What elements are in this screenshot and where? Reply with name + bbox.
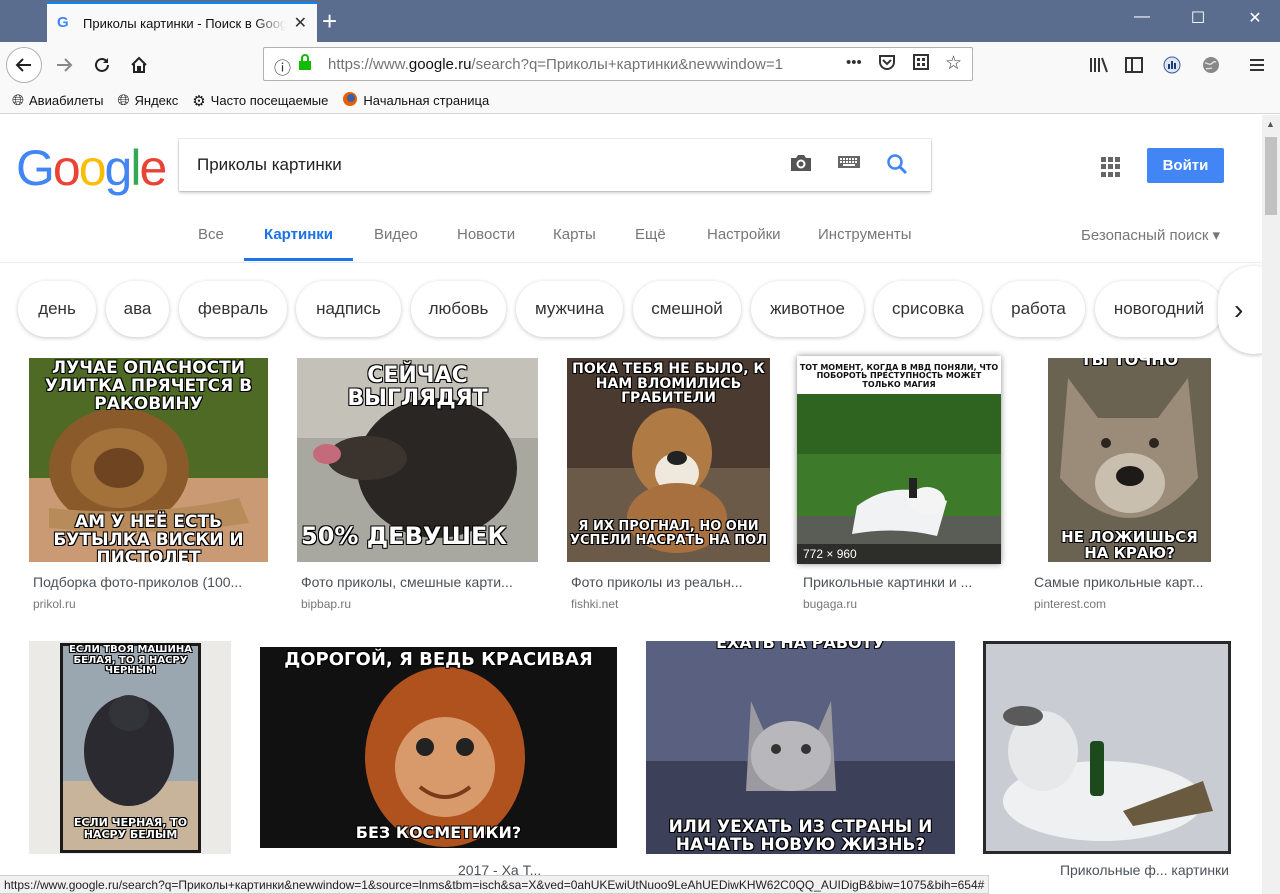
chip[interactable]: срисовка — [874, 281, 982, 337]
google-favicon-icon: G — [57, 14, 69, 31]
tab-images[interactable]: Картинки — [244, 226, 354, 261]
tab-tools[interactable]: Инструменты — [818, 226, 912, 258]
library-icon[interactable] — [1083, 49, 1115, 81]
tab-title: Приколы картинки - Поиск в Google — [83, 15, 286, 31]
tab-settings[interactable]: Настройки — [707, 226, 781, 258]
home-button[interactable] — [123, 49, 155, 81]
result-caption[interactable]: Фото приколы из реальн... — [571, 574, 771, 590]
page-actions-icon[interactable]: ••• — [846, 54, 862, 71]
search-input[interactable] — [197, 155, 777, 175]
pocket-icon[interactable] — [878, 54, 896, 75]
result-image[interactable] — [983, 641, 1231, 854]
tab-video[interactable]: Видео — [374, 226, 418, 258]
new-tab-button[interactable]: + — [322, 6, 337, 37]
qr-code-icon[interactable] — [913, 54, 929, 75]
result-caption[interactable]: Фото приколы, смешные карти... — [301, 574, 536, 590]
chip[interactable]: ава — [106, 281, 169, 337]
back-arrow-icon — [15, 58, 31, 72]
google-logo[interactable]: Google — [16, 139, 167, 197]
chip[interactable]: смешной — [633, 281, 741, 337]
status-bar-url: https://www.google.ru/search?q=Приколы+к… — [0, 875, 990, 894]
chip[interactable]: надпись — [296, 281, 401, 337]
result-caption[interactable]: Подборка фото-приколов (100... — [33, 574, 268, 590]
result-caption[interactable]: Прикольные ф... картинки — [1017, 862, 1229, 878]
result-source[interactable]: prikol.ru — [33, 597, 76, 611]
safe-search-dropdown[interactable]: Безопасный поиск ▾ — [1081, 226, 1220, 244]
chip[interactable]: любовь — [411, 281, 506, 337]
result-image[interactable]: Дорогой, я ведь красивая Без косметики? — [260, 647, 617, 848]
back-button[interactable] — [6, 47, 42, 83]
signin-button[interactable]: Войти — [1147, 148, 1224, 183]
globe-icon: 🌐︎ — [117, 92, 130, 109]
chip[interactable]: мужчина — [516, 281, 623, 337]
close-window-button[interactable]: ✕ — [1240, 8, 1270, 28]
google-header: Google Войти Все Картинки Видео Новости … — [0, 115, 1262, 263]
bookmark-aviabilety[interactable]: 🌐︎ Авиабилеты — [12, 92, 103, 109]
keyboard-icon[interactable] — [837, 153, 861, 177]
sidebar-icon[interactable] — [1118, 49, 1150, 81]
related-searches-chips: день ава февраль надпись любовь мужчина … — [0, 266, 1280, 354]
info-icon[interactable]: ⓘ — [274, 54, 291, 79]
lock-icon[interactable] — [298, 54, 312, 75]
maximize-button[interactable]: ☐ — [1183, 8, 1213, 28]
reload-button[interactable] — [86, 49, 118, 81]
search-box — [179, 139, 931, 191]
chip[interactable]: новогодний — [1095, 281, 1223, 337]
result-source[interactable]: pinterest.com — [1034, 597, 1106, 611]
result-image[interactable]: Пока тебя не было, к нам вломились граби… — [567, 358, 770, 562]
globe-icon: 🌐︎ — [12, 92, 25, 109]
result-image[interactable]: Если твоя машина белая, то я насру черны… — [29, 641, 231, 854]
orangutan-photo — [260, 647, 617, 848]
tab-news[interactable]: Новости — [457, 226, 515, 258]
bookmarks-toolbar: 🌐︎ Авиабилеты 🌐︎ Яндекс ⚙ Часто посещаем… — [0, 88, 1280, 114]
url-text[interactable]: https://www.google.ru/search?q=Приколы+к… — [328, 56, 798, 73]
reload-icon — [95, 57, 109, 72]
extension-globe-icon[interactable] — [1195, 49, 1227, 81]
result-source[interactable]: bugaga.ru — [803, 597, 857, 611]
snowman-photo — [983, 641, 1231, 854]
bookmark-start-page[interactable]: Начальная страница — [342, 91, 489, 111]
gear-icon: ⚙ — [192, 92, 206, 110]
hamburger-menu-icon[interactable] — [1241, 49, 1273, 81]
result-image[interactable]: Ехать на работу Или уехать из страны и н… — [646, 641, 955, 854]
result-image[interactable]: Тот момент, когда в МВД поняли, что побо… — [797, 356, 1001, 564]
tab-more[interactable]: Ещё — [635, 226, 666, 258]
result-source[interactable]: fishki.net — [571, 597, 618, 611]
navigation-toolbar: ⓘ https://www.google.ru/search?q=Приколы… — [0, 42, 1280, 88]
image-dimensions-badge: 772 × 960 — [797, 544, 1001, 564]
bookmark-star-icon[interactable]: ☆ — [945, 52, 962, 75]
result-image[interactable]: Лучае опасности улитка прячется в ракови… — [29, 358, 268, 562]
bookmark-most-visited[interactable]: ⚙ Часто посещаемые — [192, 92, 328, 110]
forward-button[interactable] — [48, 49, 80, 81]
result-image[interactable]: Ты точно Не ложишься на краю? — [1048, 358, 1211, 562]
camera-icon[interactable] — [789, 153, 813, 179]
minimize-button[interactable]: — — [1127, 8, 1157, 26]
tab-maps[interactable]: Карты — [553, 226, 596, 258]
chip[interactable]: день — [18, 281, 96, 337]
search-tabs: Все Картинки Видео Новости Карты Ещё Нас… — [0, 218, 1262, 262]
page-scrollbar[interactable]: ▲ — [1262, 115, 1280, 894]
tab-close-icon[interactable]: ✕ — [294, 13, 307, 33]
forward-arrow-icon — [57, 58, 73, 72]
firefox-icon — [342, 91, 358, 111]
tab-all[interactable]: Все — [198, 226, 224, 258]
home-icon — [131, 56, 147, 73]
active-tab[interactable]: G Приколы картинки - Поиск в Google ✕ — [47, 2, 317, 42]
chip[interactable]: февраль — [179, 281, 287, 337]
scrollbar-thumb[interactable] — [1265, 137, 1277, 215]
address-bar[interactable]: ⓘ https://www.google.ru/search?q=Приколы… — [263, 47, 973, 81]
result-caption[interactable]: Самые прикольные карт... — [1034, 574, 1234, 590]
result-source[interactable]: bipbap.ru — [301, 597, 351, 611]
result-caption[interactable]: Прикольные картинки и ... — [803, 574, 1003, 590]
extension-chart-icon[interactable] — [1156, 49, 1188, 81]
bookmark-yandex[interactable]: 🌐︎ Яндекс — [117, 92, 178, 109]
result-image[interactable]: Сейчас выглядят 50% девушек — [297, 358, 538, 562]
apps-grid-icon[interactable] — [1101, 157, 1121, 177]
chip[interactable]: работа — [992, 281, 1085, 337]
tab-bar: G Приколы картинки - Поиск в Google ✕ + … — [0, 0, 1280, 42]
scroll-up-icon[interactable]: ▲ — [1266, 119, 1275, 129]
search-icon[interactable] — [886, 153, 908, 181]
chip[interactable]: животное — [751, 281, 864, 337]
